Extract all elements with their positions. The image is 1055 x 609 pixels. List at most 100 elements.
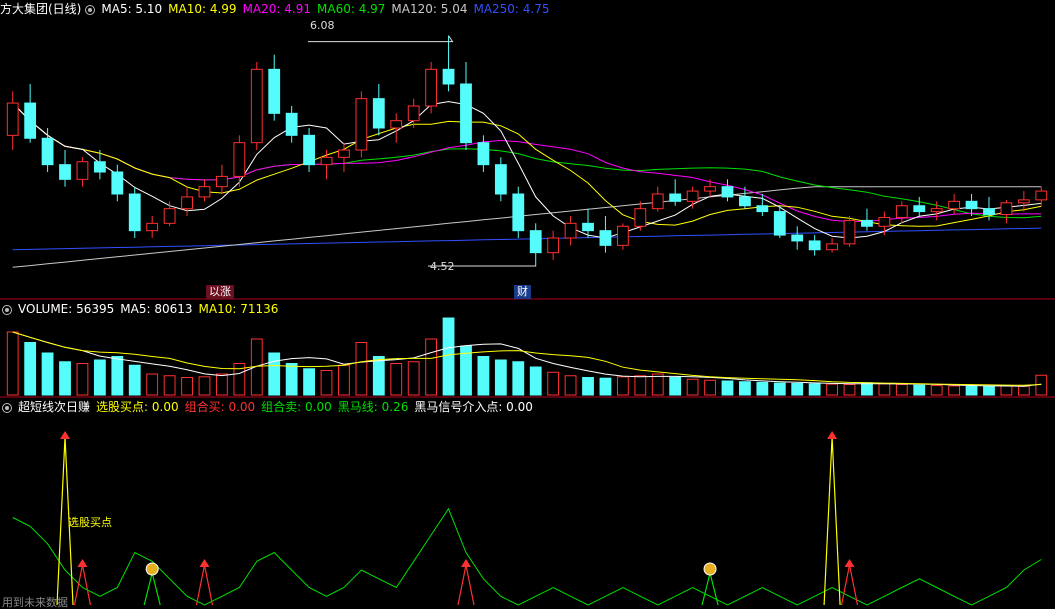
volume-bar: [6, 331, 19, 396]
volume-bar: [163, 375, 176, 396]
candle-body: [895, 205, 908, 218]
candle-body: [93, 161, 106, 173]
volume-bar: [425, 338, 438, 396]
candle-body: [41, 137, 54, 166]
volume-bar: [651, 373, 664, 396]
candle-body: [494, 164, 507, 195]
volume-bar: [146, 373, 159, 396]
volume-bar: [303, 368, 315, 396]
ma60-line: [12, 102, 1042, 219]
combo-buy-spike: [195, 564, 214, 606]
volume-bar: [24, 342, 37, 396]
volume-bar: [512, 361, 525, 396]
candle-body: [6, 102, 19, 136]
candle-body: [407, 105, 420, 122]
volume-bar: [41, 352, 54, 396]
candle-body: [983, 208, 995, 216]
volume-bar: [791, 382, 804, 396]
ma250-line: [12, 227, 1042, 251]
volume-panel: [6, 317, 1048, 396]
candle-body: [651, 193, 664, 210]
volume-bar: [634, 375, 647, 396]
candle-body: [512, 193, 525, 232]
volume-bar: [442, 317, 455, 396]
volume-bar: [843, 384, 856, 396]
ma120-line: [12, 186, 1042, 268]
candle-body: [930, 208, 943, 213]
buy-point-spike: [823, 436, 841, 606]
combo-sell-spike: [143, 572, 161, 606]
candle-body: [965, 200, 978, 210]
candle-body: [425, 68, 438, 107]
buy-point-spike-arrow: [827, 431, 838, 439]
price-panel: [6, 35, 1048, 268]
combo-buy-spike: [457, 564, 475, 606]
candle-body: [826, 243, 838, 251]
candle-body: [773, 211, 786, 236]
candle-body: [285, 112, 298, 136]
candle-body: [669, 193, 682, 202]
candle-body: [181, 196, 193, 210]
volume-bar: [320, 370, 333, 396]
limit-up-tag-text: 涨: [220, 285, 231, 298]
combo-buy-spike: [73, 564, 92, 606]
volume-bar: [1000, 385, 1013, 396]
volume-bar: [529, 366, 542, 396]
volume-bar: [965, 385, 978, 396]
volume-bar: [948, 385, 961, 396]
candle-body: [477, 142, 490, 166]
candle-body: [721, 186, 734, 198]
volume-bar: [181, 377, 193, 396]
chart-canvas[interactable]: 6.08 4.52 选股买点 用到未来数据: [0, 0, 1055, 609]
high-marker-line: [308, 35, 454, 43]
volume-bar: [686, 378, 699, 396]
volume-bar: [895, 384, 908, 396]
volume-bar: [198, 376, 211, 396]
candle-body: [1035, 190, 1048, 201]
dark-horse-line: [12, 507, 1042, 606]
volume-bar: [739, 381, 751, 396]
volume-bar: [1017, 385, 1030, 396]
finance-tag[interactable]: 财: [514, 285, 531, 299]
candle-body: [146, 222, 159, 232]
high-price-label: 6.08: [310, 19, 335, 32]
candle-body: [529, 230, 542, 254]
volume-bar: [913, 384, 926, 396]
volume-bar: [111, 356, 124, 396]
candle-body: [756, 205, 769, 213]
volume-bar: [861, 382, 873, 396]
candle-body: [390, 120, 403, 129]
volume-bar: [826, 383, 838, 396]
candle-body: [547, 237, 560, 254]
volume-bar: [372, 356, 385, 396]
volume-bar: [756, 381, 769, 396]
volume-bar: [338, 364, 350, 396]
candle-body: [76, 161, 89, 180]
combo-sell-spike: [701, 572, 719, 606]
candle-body: [861, 219, 873, 227]
coin-icon: [703, 562, 717, 576]
volume-bar: [76, 363, 89, 396]
candle-body: [791, 234, 804, 242]
candle-body: [704, 186, 716, 192]
volume-bar: [390, 363, 403, 396]
candle-body: [564, 222, 577, 239]
candle-body: [634, 208, 647, 227]
volume-bar: [704, 379, 716, 396]
volume-bar: [355, 342, 368, 396]
volume-bar: [616, 376, 629, 396]
candle-body: [599, 230, 612, 246]
volume-bar: [477, 356, 490, 396]
volume-bar: [268, 352, 281, 396]
volume-bar: [669, 377, 682, 396]
ma10-line: [12, 102, 1042, 227]
candle-body: [582, 222, 594, 232]
candle-body: [111, 171, 124, 195]
candle-body: [216, 175, 228, 188]
limit-up-tag[interactable]: 以涨: [206, 285, 234, 299]
combo-buy-spike-arrow: [77, 559, 88, 567]
candle-body: [913, 205, 926, 213]
volume-bar: [599, 377, 612, 396]
volume-bar: [721, 380, 734, 396]
candle-body: [198, 186, 211, 198]
